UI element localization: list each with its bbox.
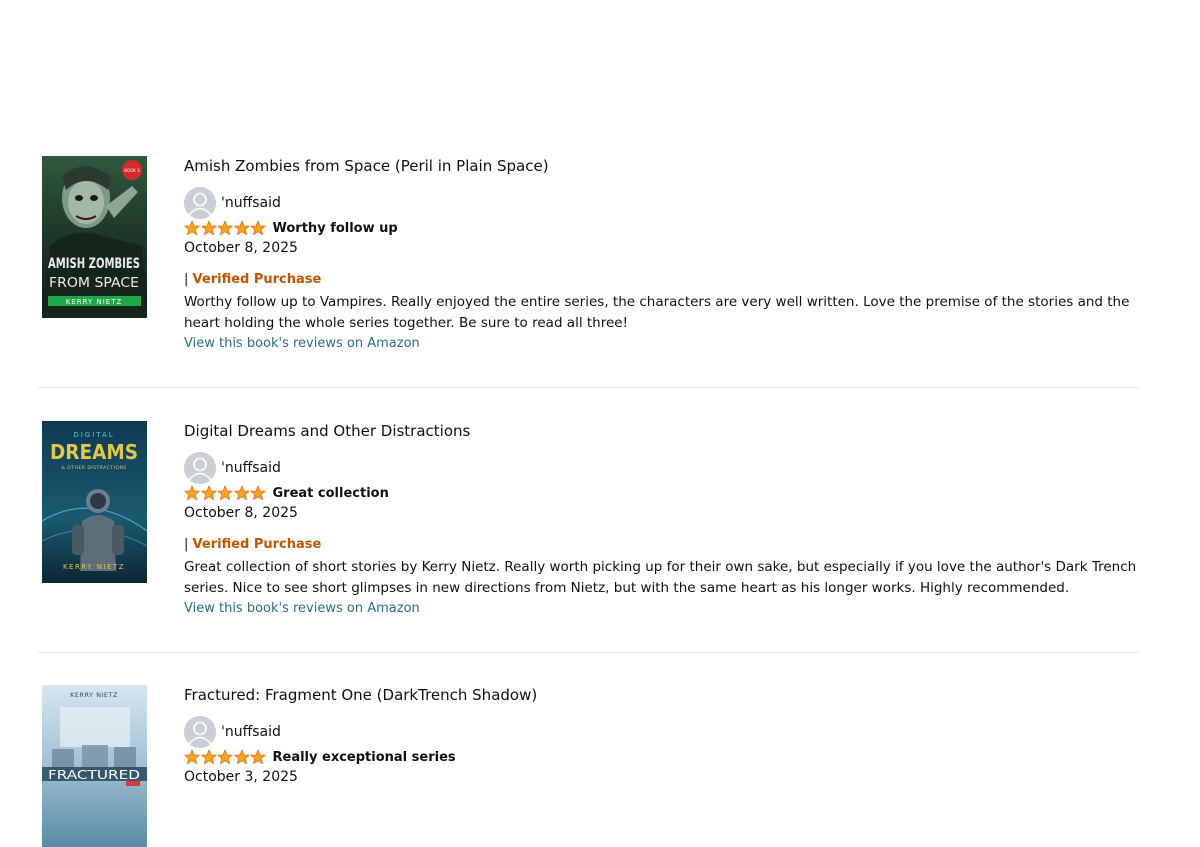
reviewer-profile[interactable]: 'nuffsaid: [184, 716, 281, 748]
verified-purchase-badge: Verified Purchase: [192, 272, 322, 287]
star-icon: [200, 749, 217, 765]
book-cover-art: BOOK 3 AMISH ZOMBIES FROM SPACE KERRY NI…: [42, 156, 147, 318]
book-title[interactable]: Amish Zombies from Space (Peril in Plain…: [184, 156, 549, 176]
separator-pipe: |: [184, 537, 189, 552]
review-headline[interactable]: Really exceptional series: [273, 750, 456, 765]
amazon-reviews-link[interactable]: View this book's reviews on Amazon: [184, 601, 420, 616]
svg-text:BOOK 3: BOOK 3: [124, 168, 140, 173]
verified-row: | Verified Purchase: [184, 272, 321, 287]
rating-row: Worthy follow up: [184, 219, 398, 237]
star-icon: [217, 220, 233, 236]
review-body: Worthy follow up to Vampires. Really enj…: [184, 294, 1130, 331]
rating-row: Really exceptional series: [184, 748, 456, 766]
review-item: DIGITAL DREAMS & OTHER DISTRACTIONS KERR…: [38, 421, 1139, 653]
star-icon: [184, 485, 200, 501]
book-cover[interactable]: KERRY NIETZ FRACTURED: [42, 685, 147, 847]
amazon-reviews-link[interactable]: View this book's reviews on Amazon: [184, 336, 420, 351]
review-date: October 3, 2025: [184, 769, 298, 785]
book-title[interactable]: Fractured: Fragment One (DarkTrench Shad…: [184, 685, 537, 705]
verified-row: | Verified Purchase: [184, 537, 321, 552]
svg-text:FRACTURED: FRACTURED: [48, 768, 140, 782]
avatar-icon: [184, 452, 216, 484]
review-date: October 8, 2025: [184, 240, 298, 256]
star-icon: [200, 485, 217, 501]
star-icon: [217, 485, 233, 501]
book-cover[interactable]: DIGITAL DREAMS & OTHER DISTRACTIONS KERR…: [42, 421, 147, 583]
star-icon: [233, 220, 250, 236]
star-rating[interactable]: [184, 220, 267, 236]
svg-text:KERRY NIETZ: KERRY NIETZ: [70, 691, 118, 699]
svg-text:FROM SPACE: FROM SPACE: [49, 276, 139, 291]
star-icon: [200, 220, 217, 236]
star-rating[interactable]: [184, 485, 267, 501]
avatar-icon: [184, 187, 216, 219]
book-cover-art: DIGITAL DREAMS & OTHER DISTRACTIONS KERR…: [42, 421, 147, 583]
star-icon: [250, 220, 266, 236]
star-icon: [217, 749, 233, 765]
reviewer-name[interactable]: 'nuffsaid: [221, 460, 281, 476]
avatar-icon: [184, 716, 216, 748]
review-headline[interactable]: Worthy follow up: [273, 221, 398, 236]
book-cover-art: KERRY NIETZ FRACTURED: [42, 685, 147, 847]
star-icon: [233, 749, 250, 765]
reviewer-name[interactable]: 'nuffsaid: [221, 724, 281, 740]
star-rating[interactable]: [184, 749, 267, 765]
star-icon: [233, 485, 250, 501]
book-title[interactable]: Digital Dreams and Other Distractions: [184, 421, 470, 441]
review-body: Great collection of short stories by Ker…: [184, 559, 1137, 596]
book-cover[interactable]: BOOK 3 AMISH ZOMBIES FROM SPACE KERRY NI…: [42, 156, 147, 318]
review-date: October 8, 2025: [184, 505, 298, 521]
review-item: KERRY NIETZ FRACTURED Fractured: Fragmen…: [38, 685, 1139, 847]
reviewer-name[interactable]: 'nuffsaid: [221, 195, 281, 211]
svg-text:DREAMS: DREAMS: [50, 440, 138, 464]
verified-purchase-badge: Verified Purchase: [192, 537, 322, 552]
star-icon: [250, 485, 266, 501]
svg-text:AMISH ZOMBIES: AMISH ZOMBIES: [48, 256, 140, 272]
svg-text:DIGITAL: DIGITAL: [73, 431, 114, 439]
svg-text:KERRY NIETZ: KERRY NIETZ: [63, 563, 125, 571]
star-icon: [250, 749, 266, 765]
star-icon: [184, 749, 200, 765]
svg-text:& OTHER DISTRACTIONS: & OTHER DISTRACTIONS: [61, 465, 126, 471]
svg-text:KERRY NIETZ: KERRY NIETZ: [66, 298, 123, 306]
review-headline[interactable]: Great collection: [273, 486, 389, 501]
review-item: BOOK 3 AMISH ZOMBIES FROM SPACE KERRY NI…: [38, 156, 1139, 388]
reviewer-profile[interactable]: 'nuffsaid: [184, 452, 281, 484]
reviewer-profile[interactable]: 'nuffsaid: [184, 187, 281, 219]
rating-row: Great collection: [184, 484, 389, 502]
star-icon: [184, 220, 200, 236]
separator-pipe: |: [184, 272, 189, 287]
